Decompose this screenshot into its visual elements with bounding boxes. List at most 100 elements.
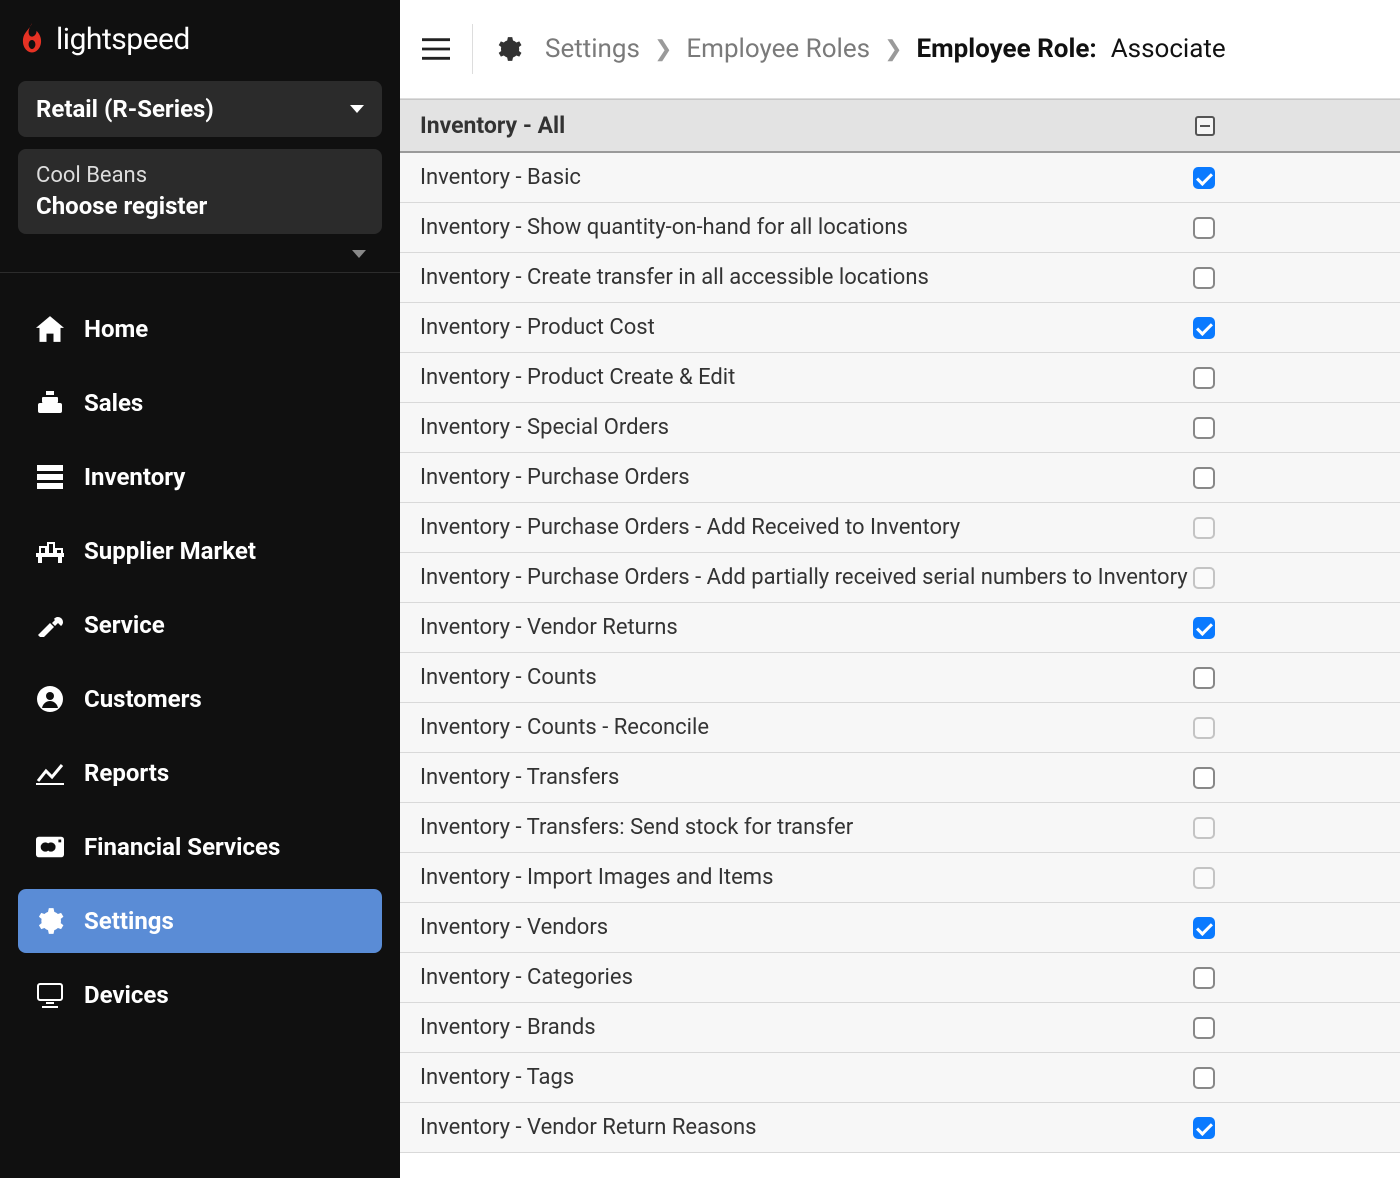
permission-label: Inventory - Purchase Orders - Add partia… — [420, 565, 1193, 590]
permission-checkbox[interactable] — [1193, 1117, 1215, 1139]
chevron-right-icon: ❯ — [884, 37, 902, 62]
permission-row: Inventory - Purchase Orders - Add Receiv… — [400, 503, 1400, 553]
sidebar-item-label: Supplier Market — [84, 537, 256, 565]
sidebar-item-settings[interactable]: Settings — [18, 889, 382, 953]
sidebar-item-label: Financial Services — [84, 833, 280, 861]
sales-icon — [36, 389, 64, 417]
permission-row: Inventory - Product Cost — [400, 303, 1400, 353]
permission-checkbox — [1193, 567, 1215, 589]
sidebar: lightspeed Retail (R-Series) Cool Beans … — [0, 0, 400, 1178]
permission-label: Inventory - Basic — [420, 165, 1193, 190]
permission-checkbox[interactable] — [1193, 1067, 1215, 1089]
sidebar-item-supplier-market[interactable]: Supplier Market — [18, 519, 382, 583]
topbar: Settings ❯ Employee Roles ❯ Employee Rol… — [400, 0, 1400, 99]
service-icon — [36, 611, 64, 639]
breadcrumb-current-value: Associate — [1111, 34, 1226, 64]
permission-checkbox[interactable] — [1193, 1017, 1215, 1039]
sidebar-item-sales[interactable]: Sales — [18, 371, 382, 435]
permission-label: Inventory - Purchase Orders — [420, 465, 1193, 490]
home-icon — [36, 315, 64, 343]
sidebar-item-home[interactable]: Home — [18, 297, 382, 361]
permission-row: Inventory - Transfers — [400, 753, 1400, 803]
permission-row: Inventory - Vendor Return Reasons — [400, 1103, 1400, 1153]
permission-checkbox — [1193, 867, 1215, 889]
sidebar-item-financial-services[interactable]: Financial Services — [18, 815, 382, 879]
content: Inventory - All Inventory - BasicInvento… — [400, 99, 1400, 1178]
permission-row: Inventory - Show quantity-on-hand for al… — [400, 203, 1400, 253]
sidebar-item-reports[interactable]: Reports — [18, 741, 382, 805]
permission-row: Inventory - Create transfer in all acces… — [400, 253, 1400, 303]
store-selector[interactable]: Cool Beans Choose register — [18, 149, 382, 234]
sidebar-item-label: Customers — [84, 685, 202, 713]
breadcrumb-employee-roles[interactable]: Employee Roles — [686, 34, 870, 64]
permission-label: Inventory - Special Orders — [420, 415, 1193, 440]
permission-row: Inventory - Transfers: Send stock for tr… — [400, 803, 1400, 853]
breadcrumb: Settings ❯ Employee Roles ❯ Employee Rol… — [545, 34, 1226, 64]
permission-label: Inventory - Import Images and Items — [420, 865, 1193, 890]
section-header[interactable]: Inventory - All — [400, 99, 1400, 153]
permission-row: Inventory - Purchase Orders - Add partia… — [400, 553, 1400, 603]
main: Settings ❯ Employee Roles ❯ Employee Rol… — [400, 0, 1400, 1178]
sidebar-item-label: Service — [84, 611, 165, 639]
customers-icon — [36, 685, 64, 713]
permission-label: Inventory - Show quantity-on-hand for al… — [420, 215, 1193, 240]
brand-name: lightspeed — [56, 22, 190, 57]
permission-checkbox — [1193, 817, 1215, 839]
permission-checkbox — [1193, 717, 1215, 739]
supplier-market-icon — [36, 537, 64, 565]
permission-checkbox[interactable] — [1193, 217, 1215, 239]
permission-row: Inventory - Product Create & Edit — [400, 353, 1400, 403]
permission-row: Inventory - Counts - Reconcile — [400, 703, 1400, 753]
permission-row: Inventory - Counts — [400, 653, 1400, 703]
sidebar-item-devices[interactable]: Devices — [18, 963, 382, 1027]
collapse-icon[interactable] — [1195, 116, 1215, 136]
permission-checkbox[interactable] — [1193, 617, 1215, 639]
store-name: Cool Beans — [36, 163, 147, 188]
sidebar-item-service[interactable]: Service — [18, 593, 382, 657]
sidebar-item-inventory[interactable]: Inventory — [18, 445, 382, 509]
permission-checkbox[interactable] — [1193, 767, 1215, 789]
permission-checkbox[interactable] — [1193, 967, 1215, 989]
permission-checkbox[interactable] — [1193, 417, 1215, 439]
breadcrumb-settings[interactable]: Settings — [545, 34, 640, 64]
financial-services-icon — [36, 833, 64, 861]
permission-checkbox[interactable] — [1193, 367, 1215, 389]
permission-checkbox — [1193, 517, 1215, 539]
sidebar-item-label: Settings — [84, 907, 174, 935]
permission-row: Inventory - Tags — [400, 1053, 1400, 1103]
product-selector[interactable]: Retail (R-Series) — [18, 81, 382, 137]
chevron-down-icon — [352, 250, 366, 258]
sidebar-item-label: Inventory — [84, 463, 185, 491]
permission-label: Inventory - Categories — [420, 965, 1193, 990]
expand-toggle[interactable] — [0, 240, 400, 272]
permission-label: Inventory - Tags — [420, 1065, 1193, 1090]
product-selector-label: Retail (R-Series) — [36, 95, 214, 123]
permission-checkbox[interactable] — [1193, 317, 1215, 339]
permission-row: Inventory - Special Orders — [400, 403, 1400, 453]
permission-checkbox[interactable] — [1193, 917, 1215, 939]
permission-label: Inventory - Transfers — [420, 765, 1193, 790]
permission-checkbox[interactable] — [1193, 467, 1215, 489]
permission-row: Inventory - Import Images and Items — [400, 853, 1400, 903]
permission-label: Inventory - Product Create & Edit — [420, 365, 1193, 390]
permission-checkbox[interactable] — [1193, 667, 1215, 689]
sidebar-item-label: Reports — [84, 759, 169, 787]
reports-icon — [36, 759, 64, 787]
logo[interactable]: lightspeed — [0, 0, 400, 75]
permission-label: Inventory - Product Cost — [420, 315, 1193, 340]
permission-label: Inventory - Transfers: Send stock for tr… — [420, 815, 1193, 840]
gear-icon[interactable] — [495, 35, 523, 63]
sidebar-item-label: Sales — [84, 389, 143, 417]
sidebar-item-label: Devices — [84, 981, 169, 1009]
permission-checkbox[interactable] — [1193, 167, 1215, 189]
sidebar-item-customers[interactable]: Customers — [18, 667, 382, 731]
chevron-down-icon — [350, 105, 364, 113]
permission-row: Inventory - Vendors — [400, 903, 1400, 953]
nav-list: Home Sales Inventory Supplier Market Service… — [0, 273, 400, 1051]
permission-checkbox[interactable] — [1193, 267, 1215, 289]
permission-label: Inventory - Counts - Reconcile — [420, 715, 1193, 740]
hamburger-icon[interactable] — [422, 35, 450, 63]
permission-list: Inventory - Basic Inventory - Show quanti… — [400, 153, 1400, 1153]
permission-row: Inventory - Purchase Orders — [400, 453, 1400, 503]
devices-icon — [36, 981, 64, 1009]
